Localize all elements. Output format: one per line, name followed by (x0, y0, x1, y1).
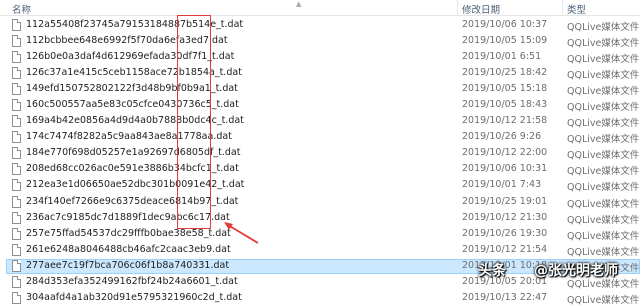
file-row[interactable]: 257e75ffad54537dc29fffb0bae38e58_t.dat 20… (0, 227, 640, 243)
file-name: 284d353efa352499162fbf24b24a6601_t.dat (26, 275, 238, 287)
file-name: 304aafd4a1ab320d91e5795321960c2d_t.dat (26, 291, 242, 303)
file-date: 2019/10/25 19:01 (462, 195, 548, 207)
file-date: 2019/10/12 21:30 (462, 211, 548, 223)
watermark-logo: 头条 (478, 263, 506, 279)
file-icon (12, 243, 21, 256)
file-type: QQLive媒体文件(... (567, 118, 640, 130)
file-date: 2019/10/06 10:31 (462, 163, 548, 175)
file-type: QQLive媒体文件(... (567, 230, 640, 242)
file-icon (12, 83, 21, 96)
file-row[interactable]: 169a4b42e0856a4d9d4a0b7888b0dc4c_t.dat 20… (0, 114, 640, 130)
file-date: 2019/10/05 18:43 (462, 99, 548, 111)
file-icon (12, 35, 21, 48)
column-header: ▲ 名称 修改日期 类型 (0, 0, 640, 16)
annotation-box (177, 15, 211, 229)
file-icon (12, 211, 21, 224)
column-date[interactable]: 修改日期 (462, 2, 500, 16)
file-type: QQLive媒体文件(... (567, 38, 640, 50)
watermark: 头条 @张光明老师 (470, 257, 640, 281)
column-divider[interactable] (562, 0, 563, 15)
file-row[interactable]: 236ac7c9185dc7d1889f1dec9abc6c17.dat 2019… (0, 211, 640, 227)
file-date: 2019/10/12 22:00 (462, 147, 548, 159)
file-name: 212ea3e1d06650ae52dbc301b0091e42_t.dat (26, 179, 245, 191)
file-icon (12, 147, 21, 160)
file-row[interactable]: 160c500557aa5e83c05cfce0430736c5_t.dat 20… (0, 98, 640, 114)
file-type: QQLive媒体文件(... (567, 246, 640, 258)
sort-ascending-icon: ▲ (296, 0, 302, 8)
file-icon (12, 19, 21, 31)
file-icon (12, 259, 21, 272)
file-row[interactable]: 112bcbbee648e6992f5f70da6efa3ed7.dat 2019… (0, 34, 640, 50)
file-date: 2019/10/26 9:26 (462, 131, 542, 143)
file-row[interactable]: 126c37a1e415c5ceb1158ace72b1854a_t.dat 20… (0, 66, 640, 82)
file-date: 2019/10/06 10:37 (462, 19, 548, 30)
file-row[interactable]: 112a55408f23745a79153184887b514e_t.dat 20… (0, 18, 640, 34)
column-name[interactable]: 名称 (12, 2, 31, 16)
file-icon (12, 131, 21, 144)
file-type: QQLive媒体文件(... (567, 214, 640, 226)
file-row[interactable]: 126b0e0a3daf4d612969efada30df7f1_t.dat 20… (0, 50, 640, 66)
watermark-text: @张光明老师 (534, 263, 618, 279)
file-icon (12, 67, 21, 80)
file-type: QQLive媒体文件(... (567, 54, 640, 66)
file-date: 2019/10/05 15:09 (462, 35, 548, 47)
file-name: 169a4b42e0856a4d9d4a0b7888b0dc4c_t.dat (26, 115, 244, 127)
file-type: QQLive媒体文件(... (567, 198, 640, 210)
annotation-arrow-icon (224, 222, 259, 244)
file-row[interactable]: 184e770f698d05257e1a92697d6805df_t.dat 20… (0, 146, 640, 162)
file-icon (12, 195, 21, 208)
column-type[interactable]: 类型 (567, 2, 586, 16)
file-icon (12, 275, 21, 288)
file-date: 2019/10/12 21:54 (462, 243, 548, 255)
file-row[interactable]: 208ed68cc026ac0e591e3886b34bcfc1_t.dat 20… (0, 162, 640, 178)
file-date: 2019/10/26 19:30 (462, 227, 548, 239)
file-icon (12, 115, 21, 128)
file-type: QQLive媒体文件(... (567, 294, 640, 306)
file-icon (12, 179, 21, 192)
file-date: 2019/10/05 15:18 (462, 83, 548, 95)
file-type: QQLive媒体文件(... (567, 102, 640, 114)
file-type: QQLive媒体文件(... (567, 86, 640, 98)
file-date: 2019/10/25 18:42 (462, 67, 548, 79)
file-row[interactable]: 149efd150752802122f3d48b9bf0b9a1_t.dat 20… (0, 82, 640, 98)
file-name: 277aee7c19f7bca706c06f1b8a740331.dat (26, 259, 230, 271)
file-icon (12, 227, 21, 240)
file-date: 2019/10/12 21:58 (462, 115, 548, 127)
file-row[interactable]: 212ea3e1d06650ae52dbc301b0091e42_t.dat 20… (0, 178, 640, 194)
file-date: 2019/10/01 6:51 (462, 51, 542, 63)
file-type: QQLive媒体文件(... (567, 70, 640, 82)
file-name: 257e75ffad54537dc29fffb0bae38e58_t.dat (26, 227, 231, 239)
file-icon (12, 51, 21, 64)
file-type: QQLive媒体文件(... (567, 182, 640, 194)
file-icon (12, 163, 21, 176)
file-row[interactable]: 174c7474f8282a5c9aa843ae8a1778aa.dat 2019… (0, 130, 640, 146)
file-type: QQLive媒体文件(... (567, 166, 640, 178)
file-type: QQLive媒体文件(... (567, 22, 640, 33)
file-date: 2019/10/01 7:43 (462, 179, 542, 191)
file-date: 2019/10/13 22:47 (462, 291, 548, 303)
file-type: QQLive媒体文件(... (567, 134, 640, 146)
file-row[interactable]: 234f140ef7266e9c6375deace6814b97_t.dat 20… (0, 195, 640, 211)
column-divider[interactable] (457, 0, 458, 15)
file-name: 261e6248a8046488cb46afc2caac3eb9.dat (26, 243, 231, 255)
file-icon (12, 99, 21, 112)
file-row[interactable]: 304aafd4a1ab320d91e5795321960c2d_t.dat 20… (0, 291, 640, 307)
file-icon (12, 291, 21, 304)
file-type: QQLive媒体文件(... (567, 150, 640, 162)
